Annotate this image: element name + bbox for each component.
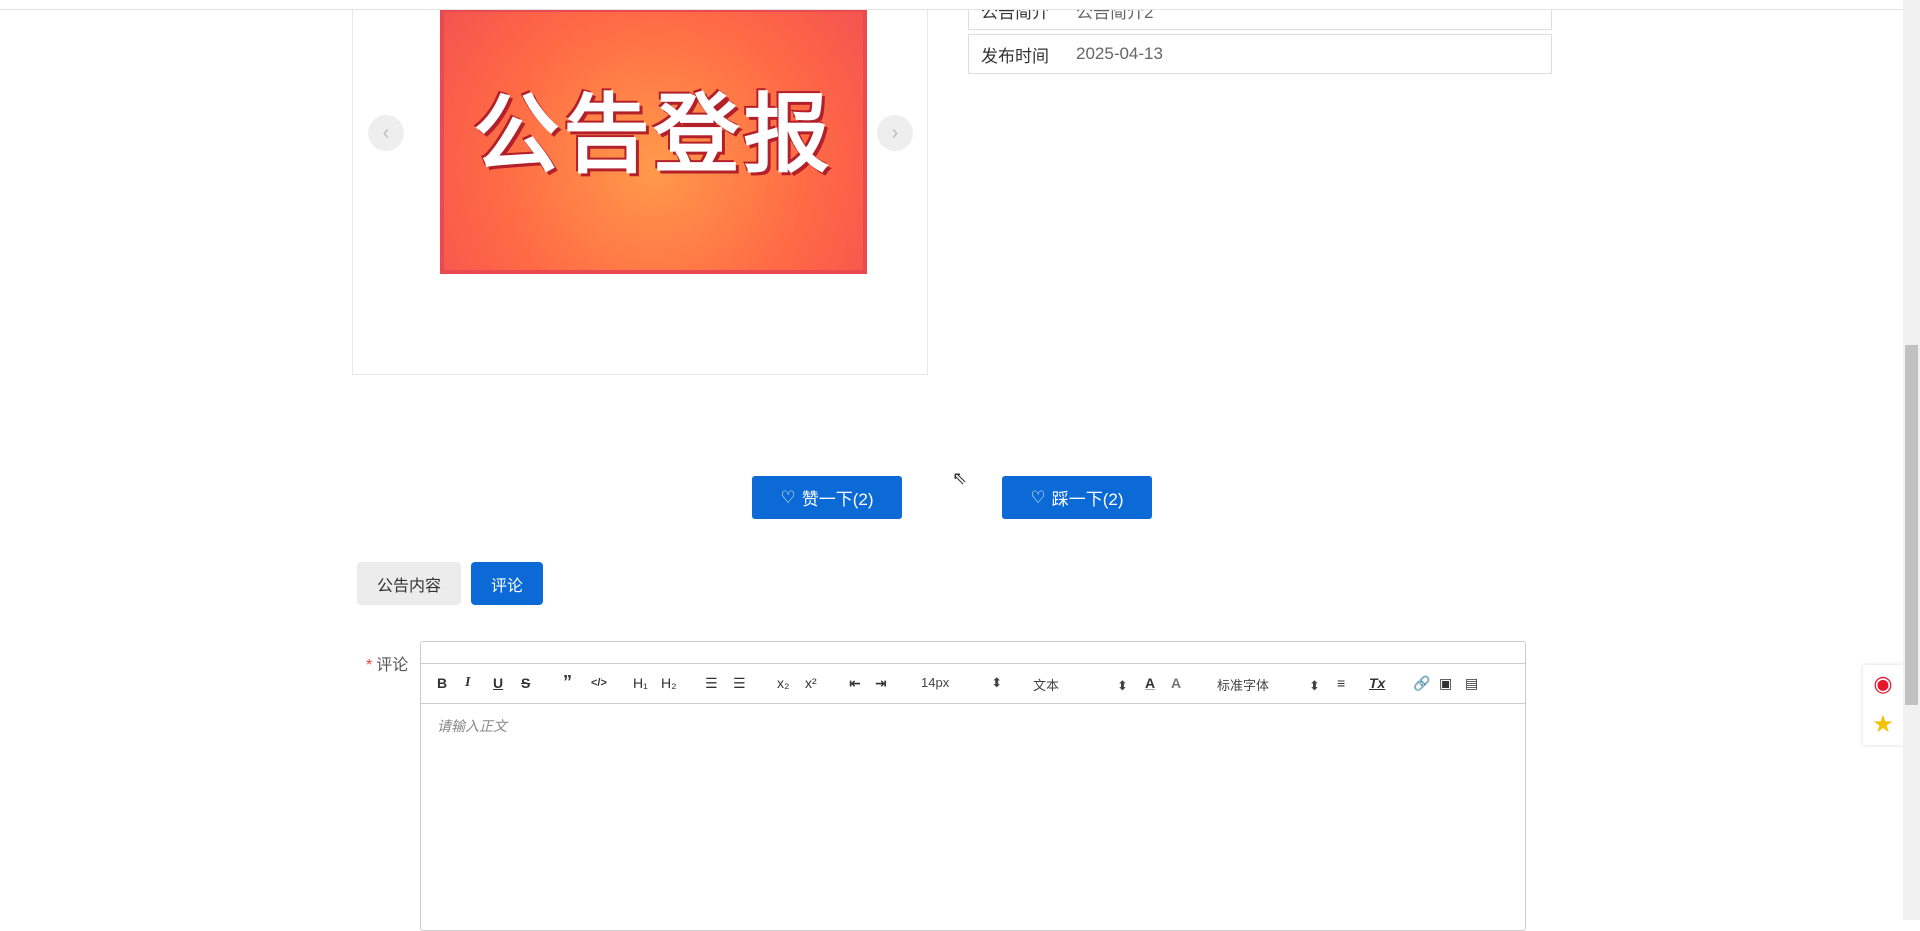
like-label: 赞一下(2) [801,490,874,509]
mouse-cursor-icon: ⇖ [952,468,968,488]
blockquote-icon[interactable]: ” [563,672,572,693]
editor-placeholder: 请输入正文 [437,718,507,734]
font-color-icon[interactable]: A [1145,675,1155,691]
info-key: 发布时间 [981,46,1049,66]
block-type-value: 文本 [1033,678,1060,693]
thumbs-up-icon: ♡ [780,487,796,507]
tab-announcement-content[interactable]: 公告内容 [357,562,461,605]
editor-toolbar: B I U S ” </> H₁ H₂ ☰ ☰ x₂ x² ⇤ ⇥ 14px ⬍ … [421,663,1525,704]
link-icon[interactable]: 🔗 [1413,675,1430,692]
announcement-poster-image: 公告登报 [440,8,867,274]
align-icon[interactable]: ≡ [1337,675,1345,691]
clear-format-icon[interactable]: Tx [1369,675,1385,691]
font-size-select[interactable]: 14px ⬍ [921,675,1002,691]
outdent-icon[interactable]: ⇤ [849,675,861,692]
tab-comments[interactable]: 评论 [471,562,543,605]
italic-icon[interactable]: I [465,675,470,691]
superscript-icon[interactable]: x² [805,675,817,691]
block-type-select[interactable]: 文本 ⬍ [1033,675,1128,694]
like-button[interactable]: ♡ 赞一下(2) [752,476,902,519]
font-size-value: 14px [921,675,950,690]
background-color-icon[interactable]: A [1171,675,1181,691]
info-value: 2025-04-13 [1076,44,1163,63]
required-mark: * [366,657,373,674]
carousel-next-button[interactable]: › [877,115,913,151]
header1-icon[interactable]: H₁ [633,675,648,691]
dislike-label: 踩一下(2) [1051,490,1124,509]
poster-text: 公告登报 [473,86,834,183]
thumbs-down-icon: ♡ [1030,487,1046,507]
bullet-list-icon[interactable]: ☰ [733,675,746,692]
top-bar [0,0,1903,10]
select-arrows-icon: ⬍ [991,675,1003,690]
indent-icon[interactable]: ⇥ [875,675,887,692]
weibo-icon[interactable]: ◉ [1873,671,1892,697]
comment-rich-text-editor[interactable]: B I U S ” </> H₁ H₂ ☰ ☰ x₂ x² ⇤ ⇥ 14px ⬍ … [420,641,1526,931]
comment-label: * 评论 [366,651,408,675]
share-panel: ◉ ★ [1863,665,1903,745]
underline-icon[interactable]: U [493,675,503,691]
scrollbar-thumb[interactable] [1905,345,1918,705]
image-icon[interactable]: ▣ [1439,675,1452,692]
select-arrows-icon: ⬍ [1309,678,1320,693]
font-family-select[interactable]: 标准字体 ⬍ [1217,675,1320,694]
video-icon[interactable]: ▤ [1465,675,1478,692]
dislike-button[interactable]: ♡ 踩一下(2) [1002,476,1152,519]
carousel-prev-button[interactable]: ‹ [368,115,404,151]
qzone-star-icon[interactable]: ★ [1872,710,1894,739]
select-arrows-icon: ⬍ [1117,678,1128,693]
comment-label-text: 评论 [376,657,409,674]
image-carousel: 公告登报 ‹ › [352,0,928,375]
info-row-date: 发布时间 2025-04-13 [968,34,1552,74]
font-family-value: 标准字体 [1217,678,1270,693]
header2-icon[interactable]: H₂ [661,675,677,691]
subscript-icon[interactable]: x₂ [777,675,789,691]
strikethrough-icon[interactable]: S [521,675,530,691]
vertical-scrollbar[interactable] [1903,0,1920,920]
ordered-list-icon[interactable]: ☰ [705,675,718,692]
code-block-icon[interactable]: </> [591,677,607,689]
bold-icon[interactable]: B [437,675,447,691]
